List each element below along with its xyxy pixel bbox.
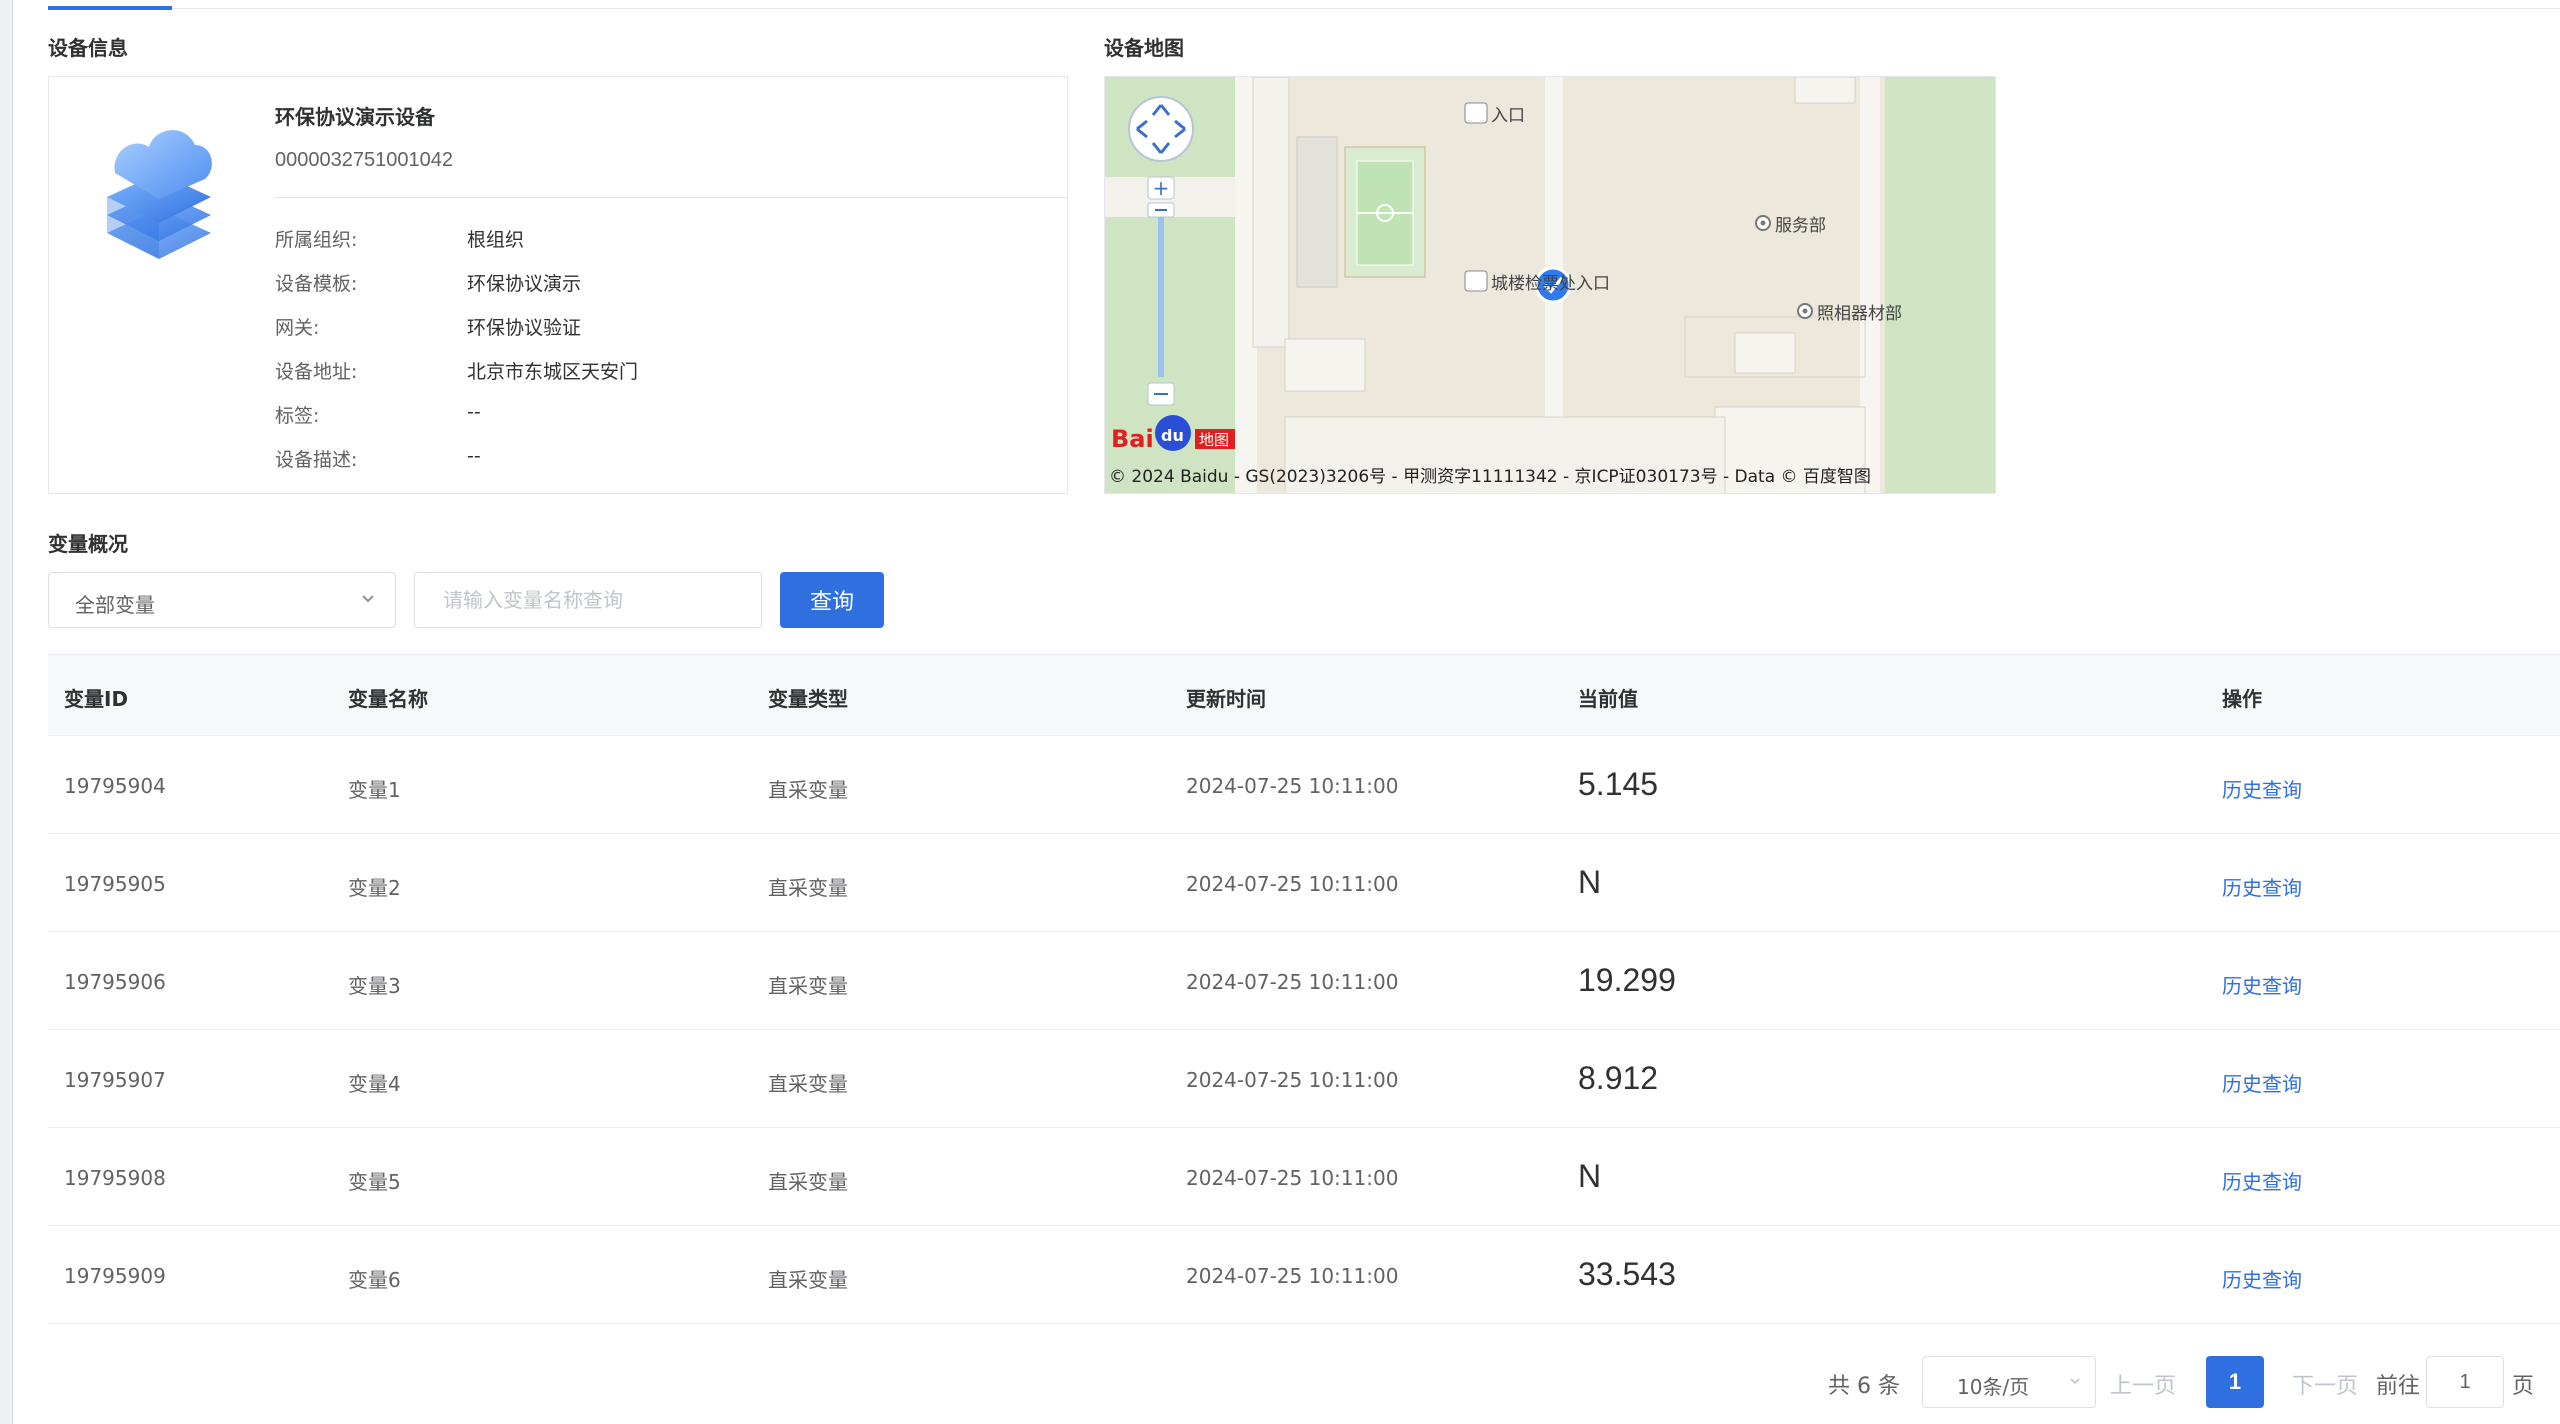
map-poi-label: 城楼检票处入口 [1491,274,1610,294]
table-row: 19795906 变量3 直采变量 2024-07-25 10:11:00 19… [48,932,2560,1030]
svg-text:+: + [1153,176,1170,200]
map-poi-label: 照相器材部 [1817,304,1902,324]
table-row: 19795905 变量2 直采变量 2024-07-25 10:11:00 N … [48,834,2560,932]
query-button[interactable]: 查询 [780,572,884,628]
divider [275,197,1067,198]
svg-text:du: du [1161,426,1184,445]
cell-id: 19795905 [64,872,166,896]
map-poi-label: 入口 [1491,106,1525,126]
left-edge-strip [0,0,13,1424]
chevron-down-icon [2070,1378,2080,1385]
cell-time: 2024-07-25 10:11:00 [1186,1166,1399,1190]
cell-name: 变量5 [348,1170,401,1194]
info-label-org: 所属组织: [275,229,358,251]
column-header: 更新时间 [1186,687,1266,711]
variable-filter-select[interactable]: 全部变量 [48,572,396,628]
svg-text:Bai: Bai [1111,425,1154,453]
next-page-button[interactable]: 下一页 [2292,1368,2358,1400]
column-header: 变量类型 [768,687,848,711]
table-row: 19795904 变量1 直采变量 2024-07-25 10:11:00 5.… [48,736,2560,834]
info-label-desc: 设备描述: [275,449,358,471]
cell-id: 19795906 [64,970,166,994]
history-query-link[interactable]: 历史查询 [2222,1166,2302,1195]
info-value-gateway: 环保协议验证 [467,317,582,339]
cell-type: 直采变量 [768,1268,848,1292]
page-size-select[interactable]: 10条/页 [1922,1356,2096,1408]
info-label-address: 设备地址: [275,361,358,383]
info-value-tags: -- [467,401,481,423]
cell-id: 19795909 [64,1264,166,1288]
info-value-desc: -- [467,445,481,467]
cell-time: 2024-07-25 10:11:00 [1186,1264,1399,1288]
cell-value: N [1578,864,1602,900]
pagination-total: 共 6 条 [1828,1374,1900,1399]
column-header: 变量ID [64,687,129,711]
goto-label: 前往 [2376,1374,2421,1399]
history-query-link[interactable]: 历史查询 [2222,970,2302,999]
cell-time: 2024-07-25 10:11:00 [1186,1068,1399,1092]
variable-search-input[interactable] [414,572,762,628]
cell-type: 直采变量 [768,778,848,802]
cell-time: 2024-07-25 10:11:00 [1186,872,1399,896]
cell-name: 变量2 [348,876,401,900]
column-header: 当前值 [1578,687,1638,711]
cell-name: 变量4 [348,1072,401,1096]
table-row: 19795909 变量6 直采变量 2024-07-25 10:11:00 33… [48,1226,2560,1324]
cell-time: 2024-07-25 10:11:00 [1186,970,1399,994]
cell-type: 直采变量 [768,876,848,900]
column-header: 变量名称 [348,687,428,711]
page-size-value: 10条/页 [1957,1375,2030,1399]
device-info-title: 设备信息 [48,36,128,60]
map-copyright: © 2024 Baidu - GS(2023)3206号 - 甲测资字11111… [1109,467,1871,487]
device-map-title: 设备地图 [1104,36,1184,60]
cell-value: 8.912 [1578,1060,1659,1096]
prev-page-button[interactable]: 上一页 [2110,1368,2176,1400]
cell-value: N [1578,1158,1602,1194]
history-query-link[interactable]: 历史查询 [2222,1264,2302,1293]
device-cloud-icon [107,130,212,259]
select-value: 全部变量 [75,593,155,617]
cell-name: 变量3 [348,974,401,998]
cell-value: 19.299 [1578,962,1676,998]
cell-id: 19795908 [64,1166,166,1190]
device-map[interactable]: + Bai du 地图 入口 服务部 城楼检票处入口 照相器材部 © 2024 … [1104,76,1996,494]
device-serial: 0000032751001042 [275,149,453,171]
cell-type: 直采变量 [768,1170,848,1194]
info-label-gateway: 网关: [275,317,320,339]
device-info-card: 环保协议演示设备 0000032751001042 所属组织: 根组织 设备模板… [48,76,1068,494]
history-query-link[interactable]: 历史查询 [2222,1068,2302,1097]
active-tab-indicator [48,6,172,10]
variables-table: 变量ID 变量名称 变量类型 更新时间 当前值 操作 19795904 变量1 … [48,654,2560,1324]
info-label-template: 设备模板: [275,273,358,295]
cell-type: 直采变量 [768,974,848,998]
info-value-template: 环保协议演示 [467,273,582,295]
cell-id: 19795907 [64,1068,166,1092]
table-row: 19795908 变量5 直采变量 2024-07-25 10:11:00 N … [48,1128,2560,1226]
info-label-tags: 标签: [275,405,320,427]
column-header: 操作 [2222,687,2262,711]
map-poi-label: 服务部 [1775,216,1826,236]
tab-bar-line [48,8,2560,9]
history-query-link[interactable]: 历史查询 [2222,774,2302,803]
cell-name: 变量1 [348,778,401,802]
variables-title: 变量概况 [48,532,128,556]
svg-text:地图: 地图 [1199,431,1229,449]
info-value-address: 北京市东城区天安门 [467,361,639,383]
goto-page-input[interactable] [2426,1356,2504,1408]
table-row: 19795907 变量4 直采变量 2024-07-25 10:11:00 8.… [48,1030,2560,1128]
cell-type: 直采变量 [768,1072,848,1096]
info-value-org: 根组织 [467,229,525,251]
table-header: 变量ID 变量名称 变量类型 更新时间 当前值 操作 [48,654,2560,736]
chevron-down-icon [362,595,374,603]
cell-name: 变量6 [348,1268,401,1292]
history-query-link[interactable]: 历史查询 [2222,872,2302,901]
cell-value: 5.145 [1578,766,1659,802]
goto-unit: 页 [2512,1374,2535,1399]
cell-time: 2024-07-25 10:11:00 [1186,774,1399,798]
cell-id: 19795904 [64,774,166,798]
cell-value: 33.543 [1578,1256,1676,1292]
device-name: 环保协议演示设备 [275,105,435,129]
page-number-button[interactable]: 1 [2206,1356,2264,1408]
